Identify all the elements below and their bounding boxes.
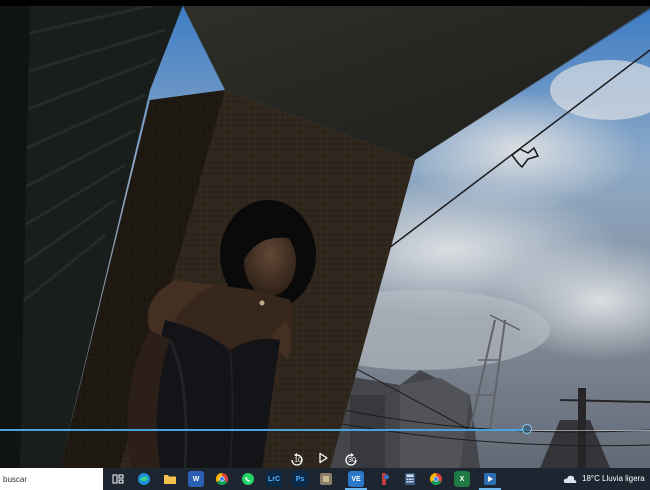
photoshop-icon: Ps [295, 475, 305, 483]
seek-handle[interactable] [522, 424, 532, 434]
video-scene [0, 0, 650, 468]
app-button[interactable] [318, 471, 334, 487]
whatsapp-button[interactable] [240, 471, 256, 487]
media-player-button[interactable] [482, 471, 498, 487]
photoshop-button[interactable]: Ps [292, 471, 308, 487]
whatsapp-icon [242, 473, 254, 485]
weather-temperature: 18°C [582, 474, 600, 483]
cloud-icon [563, 475, 577, 483]
lightroom-button[interactable]: LrC [266, 471, 282, 487]
calculator-icon [405, 473, 415, 485]
app-icon [320, 473, 332, 485]
rewind-button[interactable]: 10 [289, 452, 307, 468]
vs-button[interactable]: VE [348, 471, 364, 487]
calculator-button[interactable] [402, 471, 418, 487]
word-button[interactable]: W [188, 471, 204, 487]
weather-widget[interactable] [563, 471, 577, 487]
rewind-label: 10 [294, 457, 302, 464]
taskbar: buscar W LrC Ps VE X 18°C Lluvia ligera [0, 468, 650, 490]
edge-icon [138, 473, 150, 485]
video-frame[interactable]: 10 30 [0, 0, 650, 468]
play-button[interactable] [317, 452, 335, 468]
excel-icon: X [459, 475, 465, 483]
weather-description: Lluvia ligera [602, 474, 645, 483]
chrome-button[interactable] [214, 471, 230, 487]
excel-button[interactable]: X [454, 471, 470, 487]
task-view-icon [112, 474, 124, 484]
word-icon: W [192, 475, 200, 483]
edge-button[interactable] [136, 471, 152, 487]
search-box[interactable]: buscar [0, 468, 103, 490]
play-icon [319, 452, 328, 464]
vs-icon: VE [351, 475, 361, 483]
media-player-icon [484, 473, 496, 485]
search-input[interactable]: buscar [0, 475, 27, 484]
forward-label: 30 [348, 457, 356, 464]
chrome-icon [215, 473, 228, 486]
file-explorer-button[interactable] [162, 471, 178, 487]
lightroom-icon: LrC [267, 475, 281, 483]
folder-icon [164, 475, 176, 484]
forward-button[interactable]: 30 [343, 452, 361, 468]
chrome-icon [429, 473, 442, 486]
chrome-2-button[interactable] [428, 471, 444, 487]
app-red-icon [382, 473, 389, 485]
seek-remaining[interactable] [527, 429, 650, 431]
task-view-button[interactable] [110, 471, 126, 487]
seek-progress[interactable] [0, 429, 527, 431]
app-red-button[interactable] [376, 471, 392, 487]
